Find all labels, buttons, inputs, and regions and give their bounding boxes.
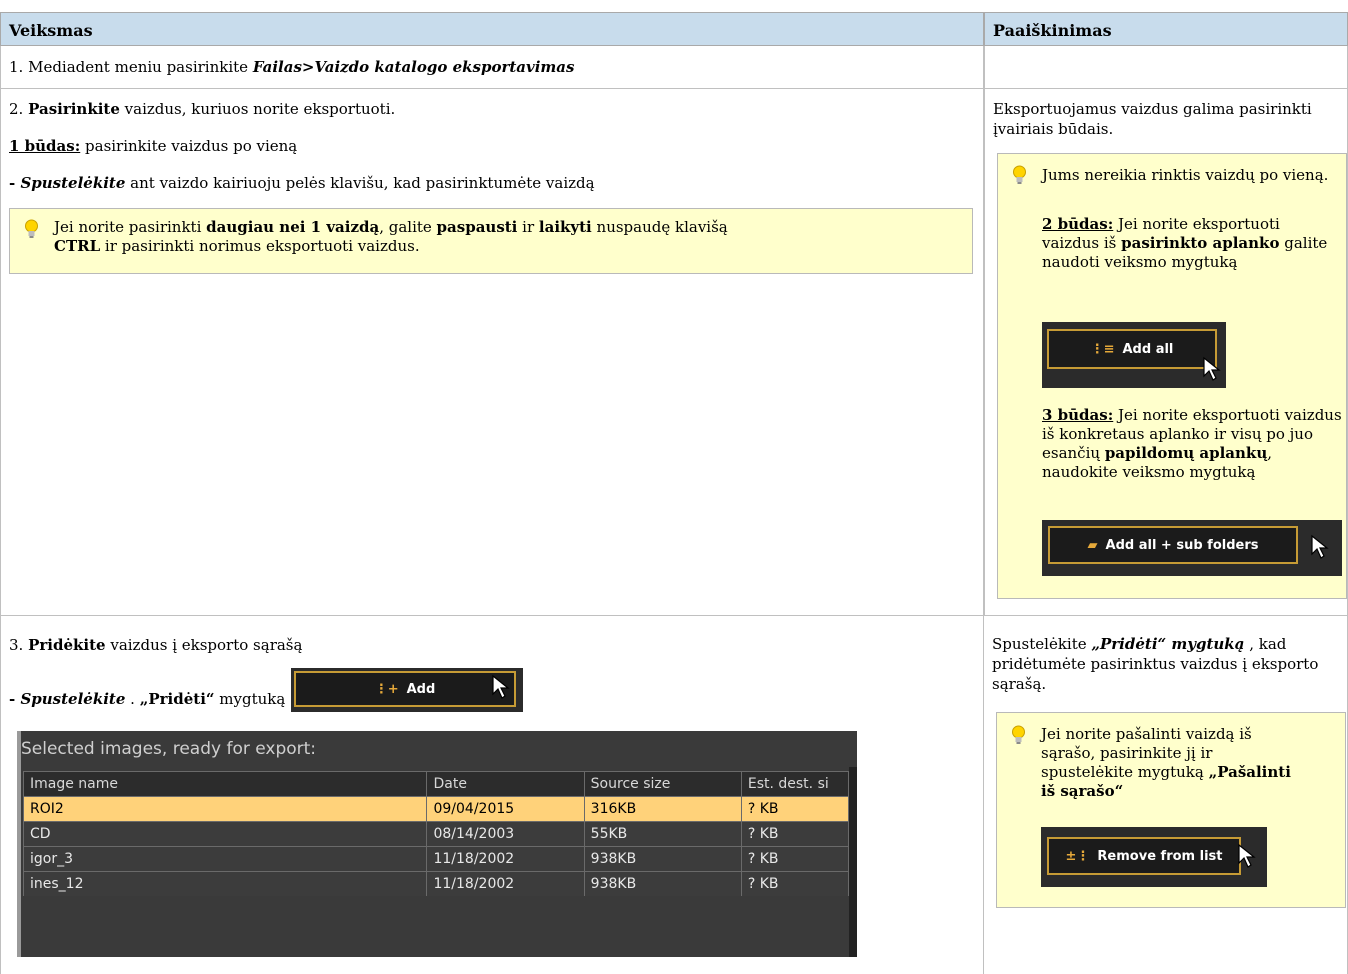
table-header-row: Image name Date Source size Est. dest. s… <box>22 771 850 797</box>
mouse-cursor-icon <box>1238 843 1256 868</box>
mouse-cursor-icon <box>492 674 510 699</box>
remove-tip-text: Jei norite pašalinti vaizdą iš sąrašo, p… <box>1041 725 1291 800</box>
add-button[interactable]: ⋮+ Add <box>294 671 516 707</box>
lightbulb-icon <box>1013 165 1026 184</box>
table-row[interactable]: ines_12 11/18/2002 938KB? KB <box>22 871 850 897</box>
lightbulb-icon <box>1012 725 1025 744</box>
add-all-button-screenshot: ⋮≡ Add all <box>1042 322 1226 388</box>
mouse-cursor-icon <box>1203 356 1221 381</box>
row3-step: 3. Pridėkite vaizdus į eksporto sąrašą <box>9 636 303 654</box>
panel-edge <box>17 731 21 957</box>
add-all-button[interactable]: ⋮≡ Add all <box>1047 329 1217 369</box>
header-action-text: Veiksmas <box>9 21 93 40</box>
table-row[interactable]: ROI2 09/04/2015 316KB? KB <box>22 796 850 822</box>
add-all-icon: ⋮≡ <box>1090 341 1115 357</box>
export-list-panel: Selected images, ready for export: Image… <box>17 731 857 957</box>
way2-text: 2 būdas: Jei norite eksportuoti vaizdus … <box>1042 215 1328 271</box>
row3-click-instruction: - Spustelėkite . „Pridėti“ mygtuką <box>9 690 286 708</box>
export-list-title: Selected images, ready for export: <box>21 739 317 759</box>
ctrl-tip-box: Jei norite pasirinkti daugiau nei 1 vaiz… <box>9 208 973 274</box>
row2-step: 2. Pasirinkite vaizdus, kuriuos norite e… <box>9 100 396 118</box>
add-list-icon: ⋮+ <box>374 681 399 697</box>
row1-explanation-cell <box>984 46 1348 89</box>
folder-add-icon: ▰ <box>1087 537 1098 553</box>
row2-click-instruction: - Spustelėkite ant vaizdo kairiuoju pelė… <box>9 174 595 192</box>
column-header-explanation: Paaiškinimas <box>984 12 1348 46</box>
panel-scrollbar[interactable] <box>849 767 857 957</box>
column-est-dest-size[interactable]: Est. dest. si <box>740 771 850 797</box>
row3-explanation-text: Spustelėkite „Pridėti“ mygtuką , kad pri… <box>992 635 1319 693</box>
row2-explanation-text: Eksportuojamus vaizdus galima pasirinkti… <box>993 100 1312 138</box>
way3-text: 3 būdas: Jei norite eksportuoti vaizdus … <box>1042 406 1342 481</box>
column-source-size[interactable]: Source size <box>583 771 742 797</box>
row2-explanation-cell: Eksportuojamus vaizdus galima pasirinkti… <box>984 89 1348 616</box>
lightbulb-icon <box>25 219 38 238</box>
add-button-screenshot: ⋮+ Add <box>291 668 523 712</box>
selection-methods-tip: Jums nereikia rinktis vaizdų po vieną. 2… <box>997 153 1347 599</box>
remove-tip-box: Jei norite pašalinti vaizdą iš sąrašo, p… <box>996 712 1346 908</box>
row1-text: 1. Mediadent meniu pasirinkite Failas>Va… <box>9 58 575 76</box>
remove-list-icon: ±⋮ <box>1065 848 1090 864</box>
row2-way1: 1 būdas: pasirinkite vaizdus po vieną <box>9 137 298 155</box>
column-image-name[interactable]: Image name <box>22 771 428 797</box>
row1-action-cell: 1. Mediadent meniu pasirinkite Failas>Va… <box>0 46 984 89</box>
side-tip-intro: Jums nereikia rinktis vaizdų po vieną. <box>1042 166 1329 184</box>
row3-action-cell: 3. Pridėkite vaizdus į eksporto sąrašą -… <box>0 616 984 974</box>
mouse-cursor-icon <box>1311 534 1329 559</box>
row2-action-cell: 2. Pasirinkite vaizdus, kuriuos norite e… <box>0 89 984 616</box>
export-list-table: Image name Date Source size Est. dest. s… <box>22 771 850 897</box>
header-explanation-text: Paaiškinimas <box>993 21 1112 40</box>
remove-from-list-screenshot: ±⋮ Remove from list <box>1041 827 1267 887</box>
remove-from-list-button[interactable]: ±⋮ Remove from list <box>1047 837 1241 875</box>
table-row[interactable]: igor_3 11/18/2002 938KB? KB <box>22 846 850 872</box>
menu-path: Failas>Vaizdo katalogo eksportavimas <box>252 58 575 76</box>
table-empty-area <box>23 896 849 957</box>
add-all-sub-folders-button[interactable]: ▰ Add all + sub folders <box>1048 526 1298 564</box>
row3-explanation-cell: Spustelėkite „Pridėti“ mygtuką , kad pri… <box>984 616 1348 974</box>
column-header-action: Veiksmas <box>0 12 984 46</box>
column-date[interactable]: Date <box>426 771 585 797</box>
add-all-sub-folders-screenshot: ▰ Add all + sub folders <box>1042 520 1342 576</box>
table-row[interactable]: CD 08/14/2003 55KB? KB <box>22 821 850 847</box>
